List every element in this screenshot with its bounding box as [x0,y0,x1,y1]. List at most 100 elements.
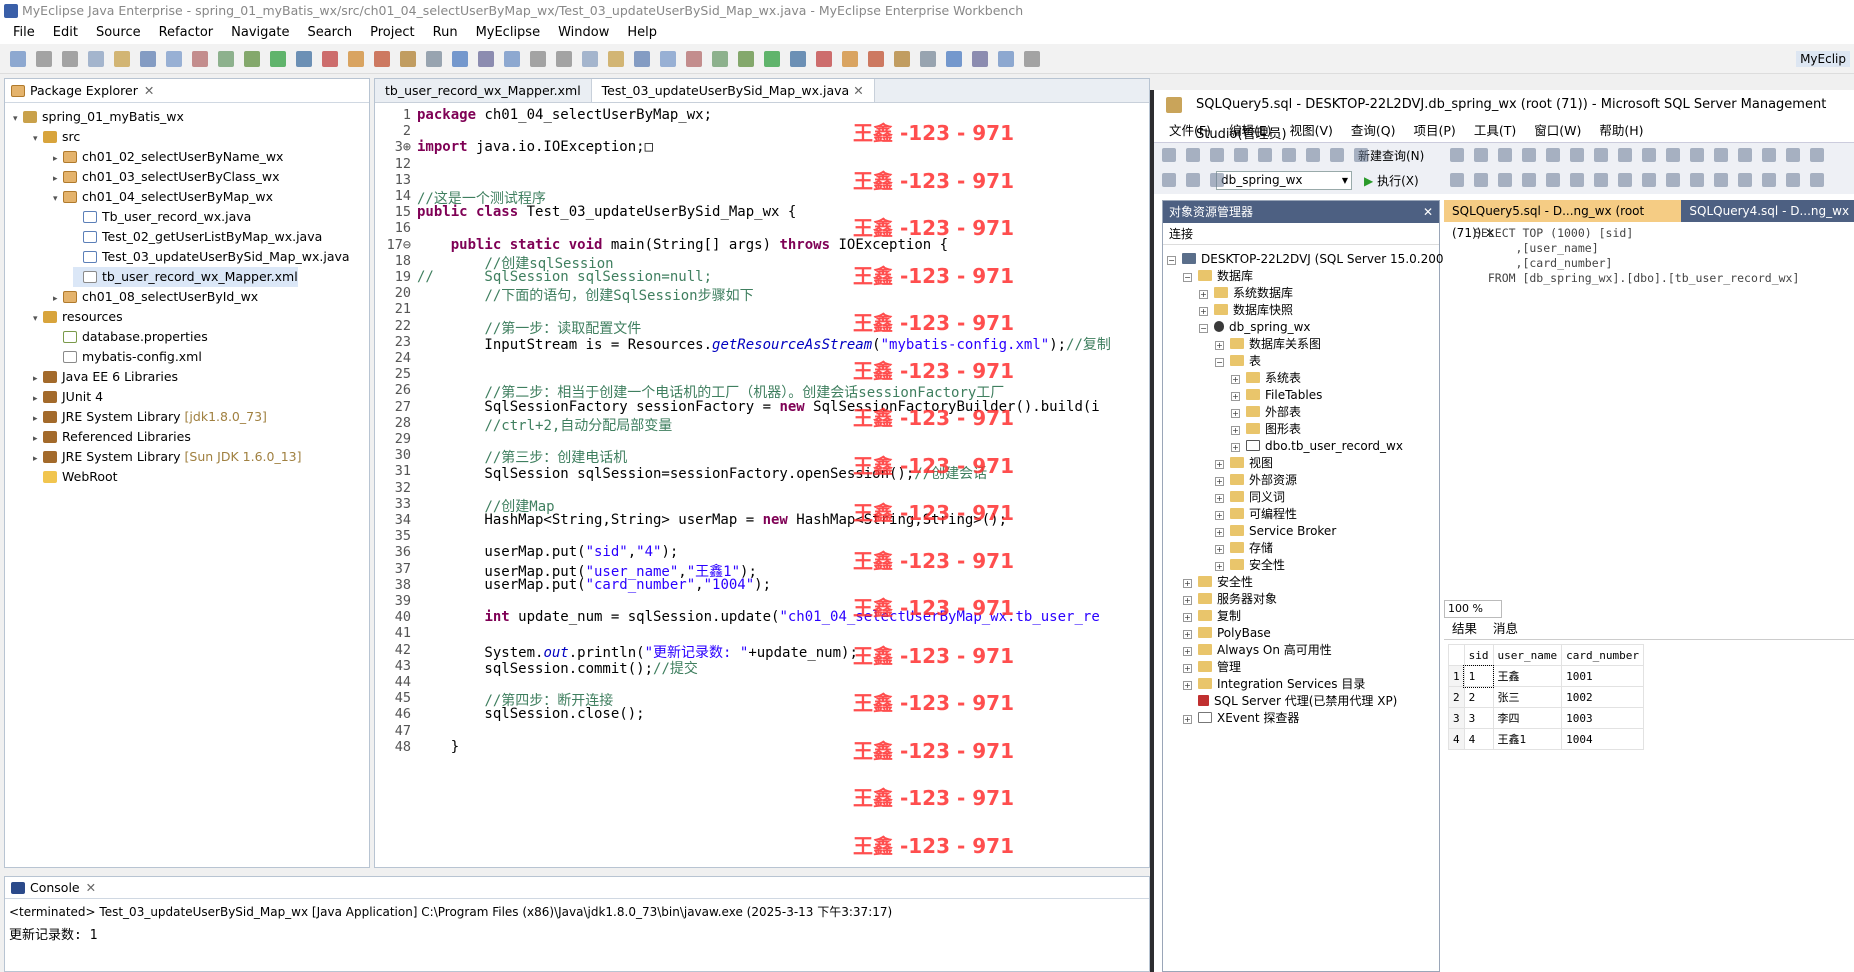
menu-item-10[interactable]: Help [618,22,666,44]
package-tree-item[interactable]: Test_03_updateUserBySid_Map_wx.java [73,247,350,267]
collapse-icon[interactable]: − [1199,324,1208,333]
menu-item-0[interactable]: File [4,22,44,44]
expand-arrow-icon[interactable]: ▸ [33,449,43,469]
ssms-toolbar-icon[interactable] [1570,148,1584,162]
package-explorer-header[interactable]: Package Explorer ✕ [5,79,369,103]
toolbar-icon-36[interactable] [946,51,962,67]
package-tree-item[interactable]: ▸ JUnit 4 [33,387,103,407]
grid-cell[interactable]: 1004 [1561,728,1644,750]
package-tree-item[interactable]: mybatis-config.xml [53,347,202,367]
ssms-toolbar-icon[interactable] [1186,173,1200,187]
toolbar-icon-27[interactable] [712,51,728,67]
expand-icon[interactable]: + [1231,375,1240,384]
editor-tab[interactable]: Test_03_updateUserBySid_Map_wx.java ✕ [591,79,875,102]
toolbar-icon-22[interactable] [582,51,598,67]
query-tab[interactable]: SQLQuery5.sql - D...ng_wx (root (71)) ✕ [1444,200,1682,240]
ssms-toolbar-icon[interactable] [1306,148,1320,162]
ssms-menu-item[interactable]: 窗口(W) [1525,120,1590,142]
expand-icon[interactable]: + [1231,443,1240,452]
ssms-toolbar-icon[interactable] [1186,148,1200,162]
grid-cell[interactable]: 1 [1463,664,1494,688]
close-icon[interactable]: ✕ [849,83,863,98]
ssms-toolbar-icon[interactable] [1666,148,1680,162]
editor-tab[interactable]: tb_user_record_wx_Mapper.xml [375,79,592,102]
expand-icon[interactable]: + [1215,477,1224,486]
close-icon[interactable]: ✕ [144,83,154,98]
grid-cell[interactable]: 王鑫 [1492,665,1563,687]
ssms-toolbar-icon[interactable] [1714,148,1728,162]
toolbar-icon-28[interactable] [738,51,754,67]
toolbar-icon-12[interactable] [322,51,338,67]
grid-cell[interactable]: 3 [1463,707,1494,729]
toolbar-icon-16[interactable] [426,51,442,67]
toolbar-icon-24[interactable] [634,51,650,67]
toolbar-icon-21[interactable] [556,51,572,67]
ssms-toolbar-icon[interactable] [1522,173,1536,187]
grid-cell[interactable]: 李四 [1492,707,1563,729]
package-tree-item[interactable]: Tb_user_record_wx.java [73,207,251,227]
toolbar-icon-15[interactable] [400,51,416,67]
package-tree-item[interactable]: ▾ spring_01_myBatis_wx [13,107,184,127]
ssms-toolbar-icon[interactable] [1786,173,1800,187]
expand-arrow-icon[interactable]: ▾ [53,189,63,209]
package-tree-item[interactable]: ▸ JRE System Library [Sun JDK 1.6.0_13] [33,447,302,467]
package-tree-item[interactable]: ▾ resources [33,307,123,327]
toolbar-icon-3[interactable] [88,51,104,67]
ssms-toolbar-icon[interactable] [1162,173,1176,187]
ssms-menu-item[interactable]: 视图(V) [1281,120,1342,142]
expand-icon[interactable]: + [1231,392,1240,401]
expand-icon[interactable]: + [1215,494,1224,503]
toolbar-icon-10[interactable] [270,51,286,67]
ssms-toolbar-icon[interactable] [1546,148,1560,162]
toolbar-icon-4[interactable] [114,51,130,67]
expand-icon[interactable]: + [1183,681,1192,690]
menu-item-2[interactable]: Source [87,22,150,44]
toolbar-icon-5[interactable] [140,51,156,67]
expand-icon[interactable]: + [1183,579,1192,588]
expand-icon[interactable]: + [1199,307,1208,316]
package-tree-item[interactable]: tb_user_record_wx_Mapper.xml [73,267,298,287]
expand-icon[interactable]: + [1183,664,1192,673]
perspective-switcher[interactable]: MyEclip [1796,51,1850,67]
toolbar-icon-7[interactable] [192,51,208,67]
menu-item-9[interactable]: Window [549,22,618,44]
package-tree-item[interactable]: ▸ ch01_08_selectUserById_wx [53,287,258,307]
expand-icon[interactable]: + [1215,511,1224,520]
ssms-toolbar-icon[interactable] [1786,148,1800,162]
ssms-toolbar-icon[interactable] [1762,173,1776,187]
expand-arrow-icon[interactable]: ▾ [33,129,43,149]
grid-cell[interactable]: 1002 [1561,686,1644,708]
toolbar-icon-14[interactable] [374,51,390,67]
execute-button[interactable]: ▶ 执行(X) [1364,172,1419,189]
grid-cell[interactable]: 2 [1463,686,1494,708]
result-tab[interactable]: 消息 [1485,618,1526,639]
collapse-icon[interactable]: − [1215,358,1224,367]
toolbar-icon-30[interactable] [790,51,806,67]
toolbar-icon-33[interactable] [868,51,884,67]
grid-cell[interactable]: 1001 [1561,665,1644,687]
toolbar-icon-18[interactable] [478,51,494,67]
toolbar-icon-39[interactable] [1024,51,1040,67]
ssms-toolbar-icon[interactable] [1690,148,1704,162]
grid-cell[interactable]: 1003 [1561,707,1644,729]
query-tab[interactable]: SQLQuery4.sql - D...ng_wx ✕ [1681,200,1854,240]
ssms-toolbar-icon[interactable] [1498,148,1512,162]
toolbar-icon-31[interactable] [816,51,832,67]
ssms-toolbar-icon[interactable] [1738,173,1752,187]
expand-icon[interactable]: + [1215,545,1224,554]
ssms-toolbar-icon[interactable] [1594,173,1608,187]
menu-item-1[interactable]: Edit [44,22,87,44]
toolbar-icon-11[interactable] [296,51,312,67]
package-tree-item[interactable]: ▾ ch01_04_selectUserByMap_wx [53,187,273,207]
menu-item-4[interactable]: Navigate [222,22,298,44]
menu-item-3[interactable]: Refactor [150,22,223,44]
package-tree-item[interactable]: ▾ src [33,127,80,147]
toolbar-icon-9[interactable] [244,51,260,67]
ssms-menu-item[interactable]: 帮助(H) [1590,120,1652,142]
ssms-toolbar-icon[interactable] [1690,173,1704,187]
ssms-toolbar-icon[interactable] [1570,173,1584,187]
toolbar-icon-23[interactable] [608,51,624,67]
expand-icon[interactable]: + [1183,613,1192,622]
expand-arrow-icon[interactable]: ▸ [53,289,63,309]
expand-arrow-icon[interactable]: ▸ [33,429,43,449]
